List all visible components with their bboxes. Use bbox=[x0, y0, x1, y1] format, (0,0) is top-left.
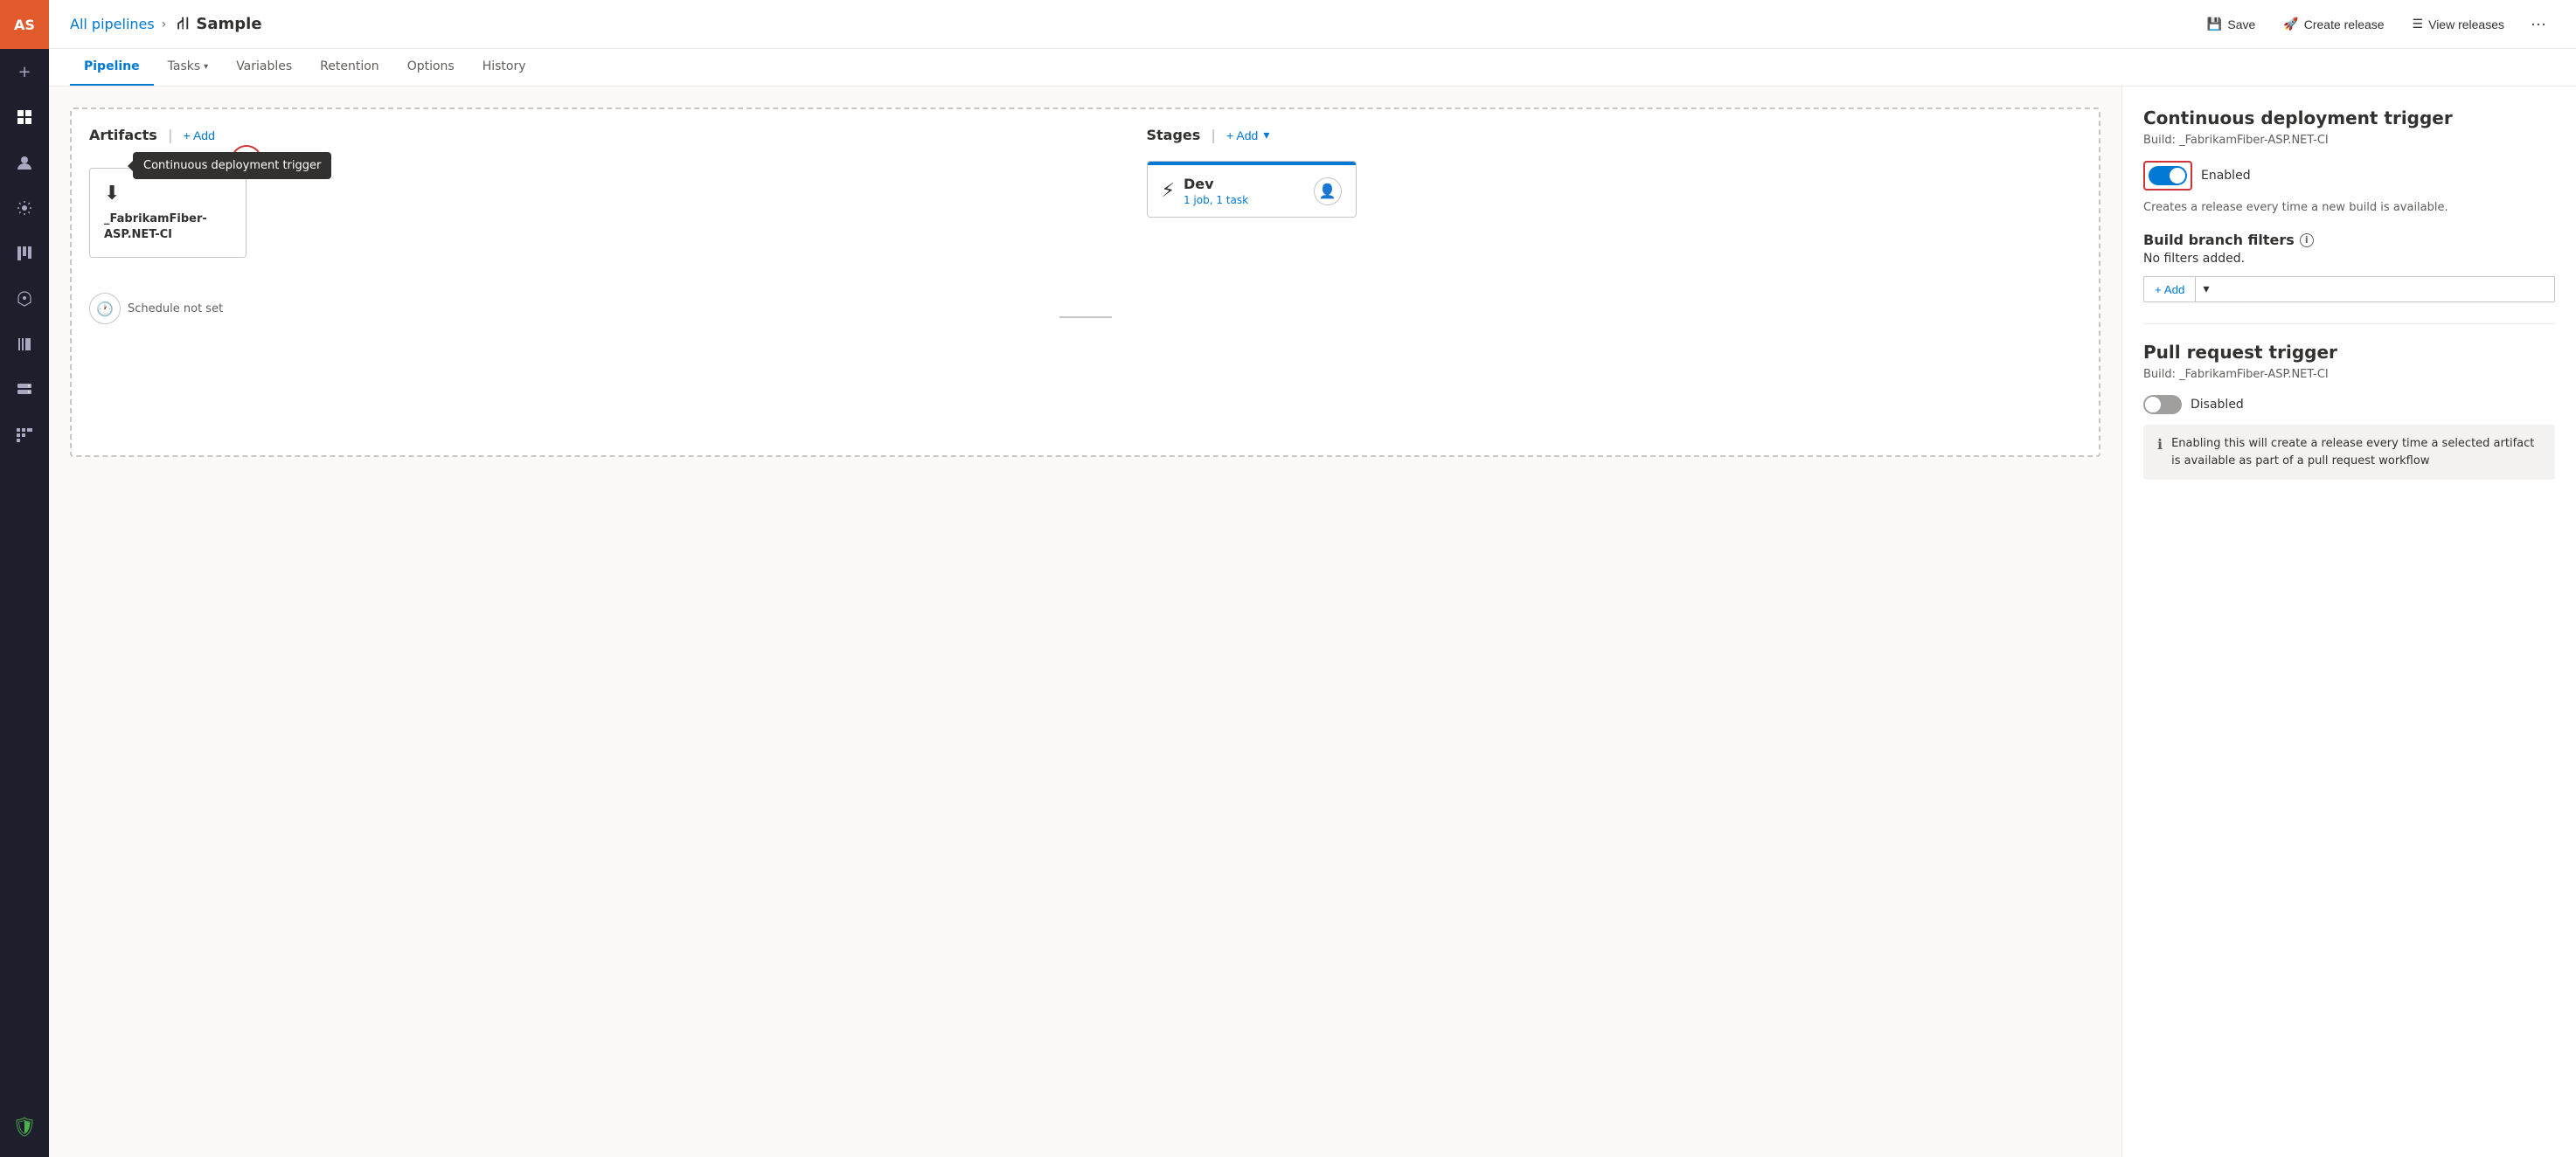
pipeline-canvas: Artifacts | + Add ⬇ _FabrikamFiber-ASP.N… bbox=[49, 87, 2121, 1157]
shield-icon[interactable]: 🛡 bbox=[0, 1105, 49, 1150]
cd-toggle-row: Enabled bbox=[2143, 161, 2555, 191]
add-stage-label: + Add bbox=[1226, 128, 1258, 142]
tab-retention[interactable]: Retention bbox=[306, 49, 393, 86]
pipeline-title: Sample bbox=[196, 15, 261, 33]
main-content: All pipelines › ⛙ Sample 💾 Save 🚀 Create… bbox=[49, 0, 2576, 1157]
artifacts-header: Artifacts | + Add bbox=[89, 127, 1024, 143]
boards-icon[interactable] bbox=[0, 231, 49, 276]
add-stage-button[interactable]: + Add ▾ bbox=[1226, 128, 1269, 142]
stage-card-body: ⚡ Dev 1 job, 1 task 👤 bbox=[1148, 165, 1356, 217]
stage-info: Dev 1 job, 1 task bbox=[1184, 176, 1305, 206]
tasks-chevron: ▾ bbox=[204, 62, 208, 72]
pr-info-icon: ℹ bbox=[2157, 436, 2163, 453]
stages-section: Stages | + Add ▾ ⚡ Dev bbox=[1147, 127, 2082, 438]
view-releases-button[interactable]: ☰ View releases bbox=[2402, 11, 2515, 37]
server-icon[interactable] bbox=[0, 367, 49, 412]
artifact-name: _FabrikamFiber-ASP.NET-CI bbox=[104, 211, 232, 243]
library-icon[interactable] bbox=[0, 322, 49, 367]
cd-toggle-knob bbox=[2170, 168, 2185, 184]
pr-trigger-panel: Pull request trigger Build: _FabrikamFib… bbox=[2143, 342, 2555, 480]
cd-toggle[interactable] bbox=[2149, 166, 2187, 185]
pipeline-icon: ⛙ bbox=[177, 12, 189, 36]
stages-dropdown-chevron: ▾ bbox=[1263, 128, 1269, 142]
user-avatar[interactable]: AS bbox=[0, 0, 49, 49]
view-releases-icon: ☰ bbox=[2413, 17, 2424, 31]
pipeline-diagram: Artifacts | + Add ⬇ _FabrikamFiber-ASP.N… bbox=[70, 107, 2100, 457]
cd-toggle-label: Enabled bbox=[2201, 169, 2251, 183]
create-release-button[interactable]: 🚀 Create release bbox=[2273, 11, 2394, 37]
stages-label: Stages bbox=[1147, 127, 1201, 143]
save-button[interactable]: 💾 Save bbox=[2197, 11, 2266, 37]
pr-toggle-row: Disabled bbox=[2143, 395, 2555, 414]
build-branch-filters-panel: Build branch filters i No filters added.… bbox=[2143, 232, 2555, 302]
stage-meta: 1 job, 1 task bbox=[1184, 194, 1305, 206]
breadcrumb-separator: › bbox=[162, 17, 167, 31]
artifacts-section: Artifacts | + Add ⬇ _FabrikamFiber-ASP.N… bbox=[89, 127, 1024, 438]
tab-options[interactable]: Options bbox=[393, 49, 469, 86]
breadcrumb-link[interactable]: All pipelines bbox=[70, 16, 155, 32]
stage-card[interactable]: ⚡ Dev 1 job, 1 task 👤 bbox=[1147, 161, 1357, 218]
right-panel: Continuous deployment trigger Build: _Fa… bbox=[2121, 87, 2576, 1157]
save-label: Save bbox=[2227, 17, 2255, 31]
pr-trigger-title: Pull request trigger bbox=[2143, 342, 2555, 363]
add-artifact-button[interactable]: + Add bbox=[184, 128, 215, 142]
page-title: ⛙ Sample bbox=[177, 12, 261, 36]
add-filter-button[interactable]: + Add bbox=[2144, 278, 2195, 301]
artifacts-label: Artifacts bbox=[89, 127, 157, 143]
connector bbox=[1059, 197, 1112, 438]
connector-line bbox=[1059, 316, 1112, 318]
no-filters-text: No filters added. bbox=[2143, 252, 2555, 266]
more-options-button[interactable]: ··· bbox=[2522, 10, 2555, 38]
pr-trigger-info-text: Enabling this will create a release ever… bbox=[2171, 435, 2541, 469]
breadcrumb: All pipelines › bbox=[70, 16, 166, 32]
cd-trigger-tooltip: Continuous deployment trigger bbox=[133, 152, 331, 179]
stage-name: Dev bbox=[1184, 176, 1305, 192]
pr-toggle-label: Disabled bbox=[2191, 398, 2244, 412]
rocket-icon[interactable] bbox=[0, 276, 49, 322]
panel-divider bbox=[2143, 323, 2555, 324]
schedule-label: Schedule not set bbox=[128, 302, 223, 315]
sidebar: AS + 🛡 bbox=[0, 0, 49, 1157]
topbar-actions: 💾 Save 🚀 Create release ☰ View releases … bbox=[2197, 10, 2555, 38]
add-filter-button-group: + Add ▾ bbox=[2143, 276, 2555, 302]
nav-tabs: Pipeline Tasks ▾ Variables Retention Opt… bbox=[49, 49, 2576, 87]
cd-trigger-panel: Continuous deployment trigger Build: _Fa… bbox=[2143, 107, 2555, 214]
add-icon[interactable]: + bbox=[0, 49, 49, 94]
build-branch-info-icon[interactable]: i bbox=[2300, 233, 2314, 247]
pr-toggle[interactable] bbox=[2143, 395, 2182, 414]
cd-trigger-title: Continuous deployment trigger bbox=[2143, 107, 2555, 128]
artifact-card-wrapper: ⬇ _FabrikamFiber-ASP.NET-CI ⚡ Continuous… bbox=[89, 161, 246, 258]
stages-header: Stages | + Add ▾ bbox=[1147, 127, 2082, 143]
topbar: All pipelines › ⛙ Sample 💾 Save 🚀 Create… bbox=[49, 0, 2576, 49]
build-branch-filters-title: Build branch filters i bbox=[2143, 232, 2555, 248]
tab-history[interactable]: History bbox=[469, 49, 540, 86]
tab-variables[interactable]: Variables bbox=[222, 49, 306, 86]
pr-toggle-knob bbox=[2145, 397, 2161, 412]
stage-user-icon[interactable]: 👤 bbox=[1314, 177, 1342, 205]
cd-trigger-subtitle: Build: _FabrikamFiber-ASP.NET-CI bbox=[2143, 134, 2555, 147]
tab-tasks[interactable]: Tasks ▾ bbox=[154, 49, 223, 86]
content-area: Artifacts | + Add ⬇ _FabrikamFiber-ASP.N… bbox=[49, 87, 2576, 1157]
cd-toggle-container bbox=[2143, 161, 2192, 191]
create-release-icon: 🚀 bbox=[2283, 17, 2298, 31]
pr-trigger-info-box: ℹ Enabling this will create a release ev… bbox=[2143, 425, 2555, 480]
artifact-card[interactable]: ⬇ _FabrikamFiber-ASP.NET-CI bbox=[89, 168, 246, 258]
pr-trigger-subtitle: Build: _FabrikamFiber-ASP.NET-CI bbox=[2143, 368, 2555, 381]
view-releases-label: View releases bbox=[2428, 17, 2504, 31]
artifact-icon: ⬇ bbox=[104, 183, 232, 204]
profile-icon[interactable] bbox=[0, 140, 49, 185]
user-person-icon: 👤 bbox=[1319, 183, 1337, 199]
pipeline-nav-icon[interactable] bbox=[0, 412, 49, 458]
stage-icon: ⚡ bbox=[1162, 180, 1175, 202]
add-filter-dropdown[interactable]: ▾ bbox=[2195, 277, 2216, 301]
schedule-icon: 🕐 bbox=[89, 293, 121, 324]
schedule-card[interactable]: 🕐 Schedule not set bbox=[89, 293, 1024, 324]
cd-trigger-description: Creates a release every time a new build… bbox=[2143, 201, 2555, 214]
create-release-label: Create release bbox=[2304, 17, 2385, 31]
gear-icon[interactable] bbox=[0, 185, 49, 231]
save-icon: 💾 bbox=[2207, 17, 2222, 31]
dashboard-icon[interactable] bbox=[0, 94, 49, 140]
tab-pipeline[interactable]: Pipeline bbox=[70, 49, 154, 86]
